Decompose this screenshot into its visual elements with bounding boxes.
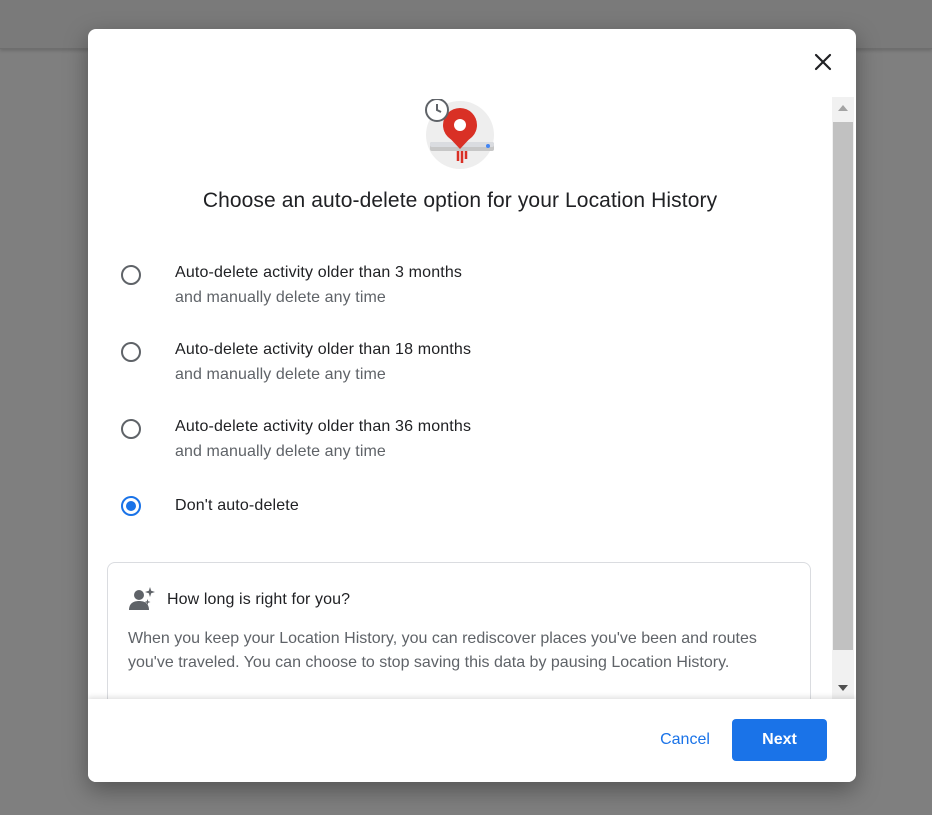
info-title: How long is right for you? — [167, 591, 351, 608]
person-sparkle-icon — [128, 585, 156, 613]
scroll-down-arrow-icon[interactable] — [832, 677, 854, 699]
dialog-footer: Cancel Next — [88, 699, 856, 782]
scrollbar[interactable] — [832, 97, 854, 699]
auto-delete-dialog: Choose an auto-delete option for your Lo… — [88, 29, 856, 782]
option-sublabel: and manually delete any time — [175, 443, 386, 460]
location-history-timer-icon — [424, 98, 496, 171]
dialog-title: Choose an auto-delete option for your Lo… — [202, 189, 718, 212]
option-label: Auto-delete activity older than 36 month… — [175, 418, 472, 435]
info-card: How long is right for you? When you keep… — [107, 562, 811, 699]
option-18-months[interactable]: Auto-delete activity older than 18 month… — [118, 340, 798, 396]
cancel-button[interactable]: Cancel — [645, 719, 725, 761]
option-sublabel: and manually delete any time — [175, 289, 386, 306]
next-button[interactable]: Next — [732, 719, 827, 761]
option-36-months[interactable]: Auto-delete activity older than 36 month… — [118, 417, 798, 473]
scroll-up-arrow-icon[interactable] — [832, 97, 854, 119]
dialog-scroll-content: Choose an auto-delete option for your Lo… — [88, 29, 832, 699]
close-button[interactable] — [808, 47, 838, 77]
close-icon — [814, 53, 832, 71]
radio-36-months[interactable] — [121, 419, 141, 439]
info-body: When you keep your Location History, you… — [128, 630, 757, 671]
radio-dont-auto-delete[interactable] — [121, 496, 141, 516]
option-3-months[interactable]: Auto-delete activity older than 3 months… — [118, 263, 798, 319]
option-label: Don't auto-delete — [175, 497, 299, 514]
option-sublabel: and manually delete any time — [175, 366, 386, 383]
option-label: Auto-delete activity older than 18 month… — [175, 341, 472, 358]
scrollbar-thumb[interactable] — [833, 122, 853, 650]
radio-3-months[interactable] — [121, 265, 141, 285]
radio-18-months[interactable] — [121, 342, 141, 362]
option-dont-auto-delete[interactable]: Don't auto-delete — [118, 494, 798, 524]
option-label: Auto-delete activity older than 3 months — [175, 264, 463, 281]
